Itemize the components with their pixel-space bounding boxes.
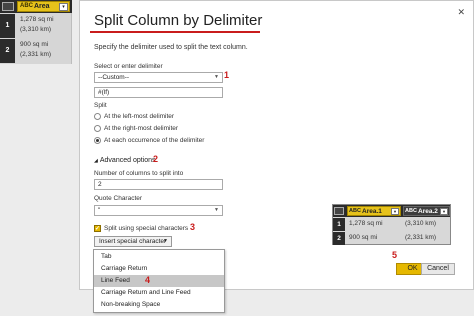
insert-button-label: Insert special character xyxy=(99,238,167,245)
row-number: 1 xyxy=(333,218,345,231)
radio-label: At the right-most delimiter xyxy=(104,125,179,132)
table-cell[interactable]: (2,331 km) xyxy=(17,51,70,58)
chevron-down-icon: ▼ xyxy=(214,74,219,80)
triangle-down-icon: ◢ xyxy=(94,158,98,164)
table-header: ABC Area.1 ▾ ABC Area.2 ▾ xyxy=(333,205,450,217)
result-table: ABC Area.1 ▾ ABC Area.2 ▾ 1 1,278 sq mi … xyxy=(332,204,451,245)
table-cell[interactable]: 900 sq mi xyxy=(17,41,70,48)
row-number: 2 xyxy=(0,39,15,63)
radio-icon[interactable] xyxy=(94,113,101,120)
row-number: 1 xyxy=(0,14,15,38)
advanced-options-label: Advanced options xyxy=(99,157,156,164)
annotation-5: 5 xyxy=(392,250,398,260)
radio-icon[interactable] xyxy=(94,125,101,132)
text-type-icon: ABC xyxy=(349,208,361,214)
table-header: ABC Area ▾ xyxy=(0,0,72,13)
chevron-down-icon: ▼ xyxy=(163,238,168,244)
column-dropdown-icon[interactable]: ▾ xyxy=(391,208,399,215)
split-column-dialog: Split Column by Delimiter ✕ Specify the … xyxy=(79,0,474,313)
delimiter-select-value: --Custom-- xyxy=(98,74,130,81)
table-cell[interactable]: (2,331 km) xyxy=(405,234,436,241)
dialog-title: Split Column by Delimiter xyxy=(94,12,263,29)
radio-label: At the left-most delimiter xyxy=(104,113,175,120)
column-header-area[interactable]: ABC Area ▾ xyxy=(17,1,70,12)
special-chars-checkbox-row[interactable]: ✓ Split using special characters xyxy=(94,225,188,232)
column-dropdown-icon[interactable]: ▾ xyxy=(59,3,68,11)
annotation-1: 1 xyxy=(224,70,230,80)
radio-left-most[interactable]: At the left-most delimiter xyxy=(94,112,174,121)
custom-delimiter-input[interactable]: #(lf) xyxy=(94,87,223,98)
column-dropdown-icon[interactable]: ▾ xyxy=(440,208,448,215)
column-label: Area xyxy=(34,3,50,10)
column-header-area2[interactable]: ABC Area.2 ▾ xyxy=(403,206,450,216)
annotation-4: 4 xyxy=(145,275,151,285)
custom-delimiter-value: #(lf) xyxy=(98,89,110,96)
menu-item-carriage-return[interactable]: Carriage Return xyxy=(94,263,224,275)
delimiter-label: Select or enter delimiter xyxy=(94,63,163,70)
annotation-3: 3 xyxy=(190,222,196,232)
chevron-down-icon: ▼ xyxy=(214,207,219,213)
annotation-2: 2 xyxy=(153,154,159,164)
table-cell[interactable]: 1,278 sq mi xyxy=(17,16,70,23)
column-label: Area.2 xyxy=(418,208,438,215)
quote-label: Quote Character xyxy=(94,195,143,202)
special-chars-label: Split using special characters xyxy=(104,225,189,232)
table-cell[interactable]: (3,310 km) xyxy=(405,220,436,227)
quote-select[interactable]: " ▼ xyxy=(94,205,223,216)
cancel-button[interactable]: Cancel xyxy=(421,263,455,275)
background-table: ABC Area ▾ 1 1,278 sq mi (3,310 km) 2 90… xyxy=(0,0,72,64)
columns-value: 2 xyxy=(98,181,102,188)
close-button[interactable]: ✕ xyxy=(457,7,465,18)
table-menu-icon[interactable] xyxy=(2,2,14,11)
delimiter-select[interactable]: --Custom-- ▼ xyxy=(94,72,223,83)
insert-special-character-button[interactable]: Insert special character ▼ xyxy=(94,236,172,247)
menu-item-nbsp[interactable]: Non-breaking Space xyxy=(94,299,224,311)
table-menu-icon[interactable] xyxy=(334,207,344,215)
column-label: Area.1 xyxy=(362,208,382,215)
table-cell[interactable]: 900 sq mi xyxy=(349,234,377,241)
menu-item-line-feed[interactable]: Line Feed xyxy=(94,275,224,287)
row-number: 2 xyxy=(333,232,345,245)
text-type-icon: ABC xyxy=(405,208,417,214)
table-cell[interactable]: 1,278 sq mi xyxy=(349,220,383,227)
text-type-icon: ABC xyxy=(20,3,33,9)
special-character-menu: Tab Carriage Return Line Feed Carriage R… xyxy=(93,249,225,313)
radio-selected-icon[interactable] xyxy=(94,137,101,144)
table-cell[interactable]: (3,310 km) xyxy=(17,26,70,33)
columns-input[interactable]: 2 xyxy=(94,179,223,190)
advanced-options-toggle[interactable]: ◢ Advanced options xyxy=(94,157,156,164)
radio-right-most[interactable]: At the right-most delimiter xyxy=(94,124,178,133)
radio-each-occurrence[interactable]: At each occurrence of the delimiter xyxy=(94,136,204,145)
quote-value: " xyxy=(98,207,101,214)
dialog-description: Specify the delimiter used to split the … xyxy=(94,44,248,51)
column-header-area1[interactable]: ABC Area.1 ▾ xyxy=(347,206,401,216)
split-label: Split xyxy=(94,102,107,109)
checkbox-checked-icon[interactable]: ✓ xyxy=(94,225,101,232)
title-underline xyxy=(90,31,260,33)
radio-label: At each occurrence of the delimiter xyxy=(104,137,205,144)
menu-item-crlf[interactable]: Carriage Return and Line Feed xyxy=(94,287,224,299)
menu-item-tab[interactable]: Tab xyxy=(94,251,224,263)
columns-label: Number of columns to split into xyxy=(94,170,184,177)
